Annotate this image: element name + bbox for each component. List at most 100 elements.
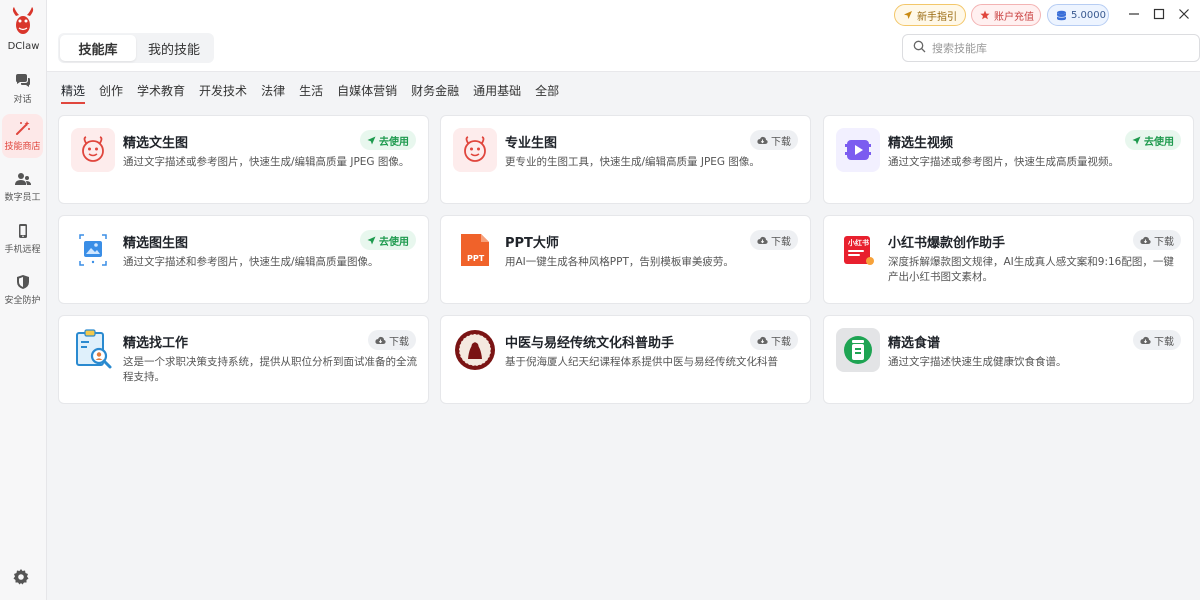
skill-description: 通过文字描述和参考图片，快速生成/编辑高质量图像。: [123, 256, 379, 268]
category-media-marketing[interactable]: 自媒体营销: [337, 82, 397, 104]
phone-icon: [15, 223, 31, 239]
skill-card[interactable]: 小红书 小红书爆款创作助手 深度拆解爆款图文规律，AI生成真人感文案和9:16配…: [823, 215, 1194, 304]
app-name: DClaw: [7, 41, 40, 52]
xiaohongshu-icon: 小红书: [836, 228, 880, 272]
video-icon: [836, 128, 880, 172]
image-edit-icon: [71, 228, 115, 272]
sidebar-item-label: 安全防护: [4, 296, 41, 306]
guide-button[interactable]: 新手指引: [894, 4, 966, 26]
category-law[interactable]: 法律: [261, 82, 285, 104]
download-button[interactable]: 下载: [1133, 330, 1181, 350]
use-button[interactable]: 去使用: [360, 230, 416, 250]
lobster-logo-icon[interactable]: [7, 6, 39, 38]
recharge-button[interactable]: 账户充值: [971, 4, 1041, 26]
cloud-download-icon: [757, 236, 768, 245]
download-label: 下载: [771, 336, 791, 348]
search-input[interactable]: [932, 41, 1182, 55]
category-tabs: 精选 创作 学术教育 开发技术 法律 生活 自媒体营销 财务金融 通用基础 全部: [61, 82, 573, 104]
download-label: 下载: [1154, 336, 1174, 348]
skill-title: 精选图生图: [123, 236, 189, 251]
download-button[interactable]: 下载: [750, 330, 798, 350]
xiaohongshu-icon-label: 小红书: [848, 239, 869, 247]
category-featured[interactable]: 精选: [61, 82, 86, 104]
close-icon[interactable]: [1176, 6, 1192, 22]
job-search-icon: [71, 328, 115, 372]
cloud-download-icon: [1140, 336, 1151, 345]
download-label: 下载: [389, 336, 409, 348]
skill-description: 用AI一键生成各种风格PPT，告别模板审美疲劳。: [505, 256, 734, 268]
tab-group: 技能库 我的技能: [58, 33, 214, 63]
skill-description: 通过文字描述快速生成健康饮食食谱。: [888, 356, 1067, 368]
use-label: 去使用: [379, 136, 409, 148]
download-button[interactable]: 下载: [1133, 230, 1181, 250]
skill-title: 小红书爆款创作助手: [888, 236, 1006, 251]
ppt-icon: PPT: [453, 228, 497, 272]
category-life[interactable]: 生活: [299, 82, 323, 104]
sidebar: DClaw 对话 技能商店 数字员工 手机远程 安全防护: [0, 0, 47, 600]
category-all[interactable]: 全部: [535, 82, 559, 104]
send-arrow-icon: [1132, 136, 1141, 145]
cloud-download-icon: [1140, 236, 1151, 245]
lobster-icon: [453, 128, 497, 172]
download-button[interactable]: 下载: [368, 330, 416, 350]
skill-description: 通过文字描述或参考图片，快速生成高质量视频。: [888, 156, 1119, 168]
skill-card[interactable]: 精选图生图 通过文字描述和参考图片，快速生成/编辑高质量图像。 去使用: [58, 215, 429, 304]
sidebar-item-skill-store[interactable]: 技能商店: [2, 114, 43, 158]
cloud-download-icon: [757, 336, 768, 345]
ppt-icon-label: PPT: [467, 254, 485, 263]
coin-stack-icon: [1056, 10, 1067, 21]
skill-title: 精选文生图: [123, 136, 189, 151]
minimize-icon[interactable]: [1126, 6, 1142, 22]
maximize-icon[interactable]: [1151, 6, 1167, 22]
download-button[interactable]: 下载: [750, 230, 798, 250]
category-creation[interactable]: 创作: [99, 82, 123, 104]
skill-description: 通过文字描述或参考图片，快速生成/编辑高质量 JPEG 图像。: [123, 156, 410, 168]
download-label: 下载: [771, 236, 791, 248]
skill-card[interactable]: 精选食谱 通过文字描述快速生成健康饮食食谱。 下载: [823, 315, 1194, 404]
search-icon: [913, 40, 926, 56]
skill-title: 专业生图: [505, 136, 558, 151]
recharge-label: 账户充值: [994, 11, 1034, 23]
lobster-icon: [71, 128, 115, 172]
category-general[interactable]: 通用基础: [473, 82, 521, 104]
recipe-icon: [836, 328, 880, 372]
skill-card[interactable]: 精选文生图 通过文字描述或参考图片，快速生成/编辑高质量 JPEG 图像。 去使…: [58, 115, 429, 204]
tab-my-skills[interactable]: 我的技能: [136, 35, 212, 61]
sidebar-item-label: 技能商店: [4, 142, 41, 152]
skill-card[interactable]: 专业生图 更专业的生图工具，快速生成/编辑高质量 JPEG 图像。 下载: [440, 115, 811, 204]
skill-card[interactable]: 中医与易经传统文化科普助手 基于倪海厦人纪天纪课程体系提供中医与易经传统文化科普…: [440, 315, 811, 404]
skill-card[interactable]: 精选生视频 通过文字描述或参考图片，快速生成高质量视频。 去使用: [823, 115, 1194, 204]
tab-skill-library[interactable]: 技能库: [60, 35, 136, 61]
balance-badge[interactable]: 5.0000: [1047, 4, 1109, 26]
skill-title: 精选食谱: [888, 336, 941, 351]
use-button[interactable]: 去使用: [360, 130, 416, 150]
download-label: 下载: [771, 136, 791, 148]
category-finance[interactable]: 财务金融: [411, 82, 459, 104]
sidebar-item-chat[interactable]: 对话: [2, 67, 43, 111]
users-icon: [14, 171, 31, 187]
skill-card[interactable]: 精选找工作 这是一个求职决策支持系统，提供从职位分析到面试准备的全流程支持。 下…: [58, 315, 429, 404]
send-arrow-icon: [367, 236, 376, 245]
skill-title: PPT大师: [505, 236, 559, 251]
sidebar-item-phone-remote[interactable]: 手机远程: [2, 217, 43, 261]
sidebar-item-label: 对话: [13, 95, 32, 105]
skill-description: 基于倪海厦人纪天纪课程体系提供中医与易经传统文化科普: [505, 356, 778, 368]
sidebar-item-label: 手机远程: [4, 245, 41, 255]
category-academic[interactable]: 学术教育: [137, 82, 185, 104]
download-button[interactable]: 下载: [750, 130, 798, 150]
use-button[interactable]: 去使用: [1125, 130, 1181, 150]
skill-description: 深度拆解爆款图文规律，AI生成真人感文案和9:16配图，一键产出小红书图文素材。: [888, 256, 1174, 283]
skill-description: 更专业的生图工具，快速生成/编辑高质量 JPEG 图像。: [505, 156, 760, 168]
skill-title: 中医与易经传统文化科普助手: [505, 336, 675, 351]
category-dev[interactable]: 开发技术: [199, 82, 247, 104]
shield-icon: [15, 274, 31, 290]
skill-card[interactable]: PPT PPT大师 用AI一键生成各种风格PPT，告别模板审美疲劳。 下载: [440, 215, 811, 304]
skill-title: 精选找工作: [123, 336, 189, 351]
chat-icon: [15, 73, 31, 89]
gear-icon[interactable]: [12, 568, 30, 586]
tcm-seal-icon: [453, 328, 497, 372]
sidebar-item-digital-staff[interactable]: 数字员工: [2, 165, 43, 209]
sidebar-item-security[interactable]: 安全防护: [2, 268, 43, 312]
header: 技能库 我的技能 新手指引 账户充值 5.0000: [47, 0, 1200, 72]
use-label: 去使用: [1144, 136, 1174, 148]
